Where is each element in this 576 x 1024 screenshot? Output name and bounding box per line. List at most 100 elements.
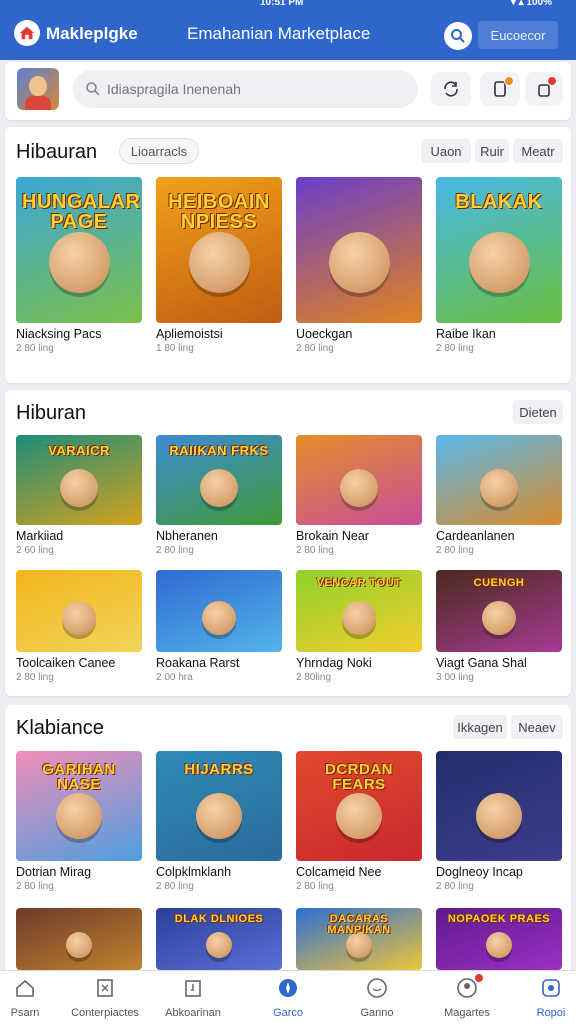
game-card[interactable]: HEIBOAIN NPIESS Apliemoistsi 1 80 ling [156, 177, 282, 354]
notifications-button[interactable] [480, 72, 520, 106]
game-title: Roakana Rarst [156, 656, 240, 670]
game-thumbnail[interactable]: RAIIKAN FRKS [156, 435, 282, 525]
game-card[interactable]: Brokain Near 2 80 ling [296, 435, 422, 556]
game-card[interactable]: RAIIKAN FRKS Nbheranen 2 80 ling [156, 435, 282, 556]
nav-label: Abkoarinan [165, 1007, 221, 1019]
search-field[interactable] [73, 70, 418, 108]
game-title: Markiiad [16, 529, 64, 543]
game-art-title: HIJARRS [184, 761, 254, 778]
filter-chip[interactable]: Lioarracls [119, 138, 199, 164]
game-meta: 2 80 ling [156, 545, 194, 556]
game-title: Nbheranen [156, 529, 218, 543]
search-icon[interactable] [444, 22, 472, 50]
nav-item-chat[interactable]: Ganno [332, 977, 422, 1019]
section-pill[interactable]: Ruir [475, 139, 509, 163]
game-title: Yhrndag Noki [296, 656, 372, 670]
game-thumbnail[interactable] [436, 751, 562, 861]
game-meta: 2 80 ling [16, 343, 54, 354]
game-thumbnail[interactable]: HEIBOAIN NPIESS [156, 177, 282, 323]
home-logo-icon[interactable] [14, 20, 40, 46]
brand-name[interactable]: Makleplgke [46, 24, 138, 44]
bottom-navigation: Psarn Conterpiactes Abkoarinan Garco Gan… [0, 970, 576, 1024]
nav-item-calendar[interactable]: Abkoarinan [148, 977, 238, 1019]
game-title: Toolcaiken Canee [16, 656, 116, 670]
game-character-art [49, 232, 110, 293]
home-icon [14, 977, 36, 999]
sync-button[interactable] [431, 72, 471, 106]
see-more-link[interactable]: Meatr [513, 139, 563, 163]
game-card[interactable]: DLAK DLNIOES [156, 908, 282, 970]
game-thumbnail[interactable]: NOPAOEK PRAES [436, 908, 562, 970]
nav-item-profile[interactable]: Magartes [422, 973, 512, 1019]
see-more-link[interactable]: Neaev [511, 715, 563, 739]
game-thumbnail[interactable]: VARAICR [16, 435, 142, 525]
game-meta: 2 80ling [296, 672, 332, 683]
game-card[interactable]: BLAKAK Raibe Ikan 2 80 ling [436, 177, 562, 354]
game-card[interactable]: Cardeanlanen 2 80 ling [436, 435, 562, 556]
game-character-art [329, 232, 390, 293]
game-meta: 2 80 ling [296, 881, 334, 892]
nav-item-documents[interactable]: Conterpiactes [60, 977, 150, 1019]
header-action-button[interactable]: Eucoecor [478, 21, 558, 49]
game-thumbnail[interactable]: DACARAS MANPIKAN [296, 908, 422, 970]
game-card[interactable]: NOPAOEK PRAES [436, 908, 562, 970]
game-title: Colcameid Nee [296, 865, 382, 879]
see-more-link[interactable]: Dieten [513, 400, 563, 424]
game-card[interactable]: VENCAR TOUT Yhrndag Noki 2 80ling [296, 570, 422, 683]
game-card[interactable] [16, 908, 142, 970]
game-art-title: NOPAOEK PRAES [447, 913, 551, 925]
game-card[interactable]: GARIHAN NASE Dotrian Mirag 2 80 ling [16, 751, 142, 892]
nav-item-games[interactable]: Garco [243, 977, 333, 1019]
game-thumbnail[interactable]: CUENGH [436, 570, 562, 652]
game-card[interactable]: DACARAS MANPIKAN [296, 908, 422, 970]
game-thumbnail[interactable] [296, 435, 422, 525]
game-meta: 2 60 ling [16, 545, 54, 556]
game-thumbnail[interactable]: DLAK DLNIOES [156, 908, 282, 970]
game-card[interactable]: Uoeckgan 2 80 ling [296, 177, 422, 354]
search-input[interactable] [107, 81, 407, 97]
game-card[interactable]: HIJARRS Colpklmklanh 2 80 ling [156, 751, 282, 892]
game-thumbnail[interactable]: HIJARRS [156, 751, 282, 861]
calendar-icon [182, 977, 204, 999]
game-thumbnail[interactable]: VENCAR TOUT [296, 570, 422, 652]
game-card[interactable]: HUNGALAR PAGE Niacksing Pacs 2 80 ling [16, 177, 142, 354]
game-thumbnail[interactable] [156, 570, 282, 652]
section-title: Hiburan [16, 402, 87, 424]
game-thumbnail[interactable] [296, 177, 422, 323]
section-klabiance: Klabiance Ikkagen Neaev GARIHAN NASE Dotr… [5, 705, 571, 985]
profile-icon [456, 973, 484, 999]
game-thumbnail[interactable]: HUNGALAR PAGE [16, 177, 142, 323]
section-title: Klabiance [16, 717, 104, 739]
game-thumbnail[interactable]: DCRDAN FEARS [296, 751, 422, 861]
avatar-body [25, 96, 51, 110]
game-title: Apliemoistsi [156, 327, 223, 341]
game-title: Colpklmklanh [156, 865, 232, 879]
game-thumbnail[interactable]: BLAKAK [436, 177, 562, 323]
game-meta: 3 00 ling [436, 672, 474, 683]
section-hibauran: Hibauran Lioarracls Uaon Ruir Meatr HUNG… [5, 127, 571, 383]
game-card[interactable]: Toolcaiken Canee 2 80 ling [16, 570, 142, 683]
nav-label: Ganno [360, 1007, 394, 1019]
game-title: Brokain Near [296, 529, 369, 543]
game-thumbnail[interactable]: GARIHAN NASE [16, 751, 142, 861]
game-card[interactable]: Roakana Rarst 2 00 hra [156, 570, 282, 683]
game-art-title: BLAKAK [455, 191, 543, 213]
avatar[interactable] [17, 68, 59, 110]
game-meta: 2 80 ling [156, 881, 194, 892]
section-pill[interactable]: Ikkagen [453, 715, 507, 739]
nav-item-settings[interactable]: Ropoi [506, 977, 576, 1019]
game-card[interactable]: DCRDAN FEARS Colcameid Nee 2 80 ling [296, 751, 422, 892]
game-title: Niacksing Pacs [16, 327, 102, 341]
game-art-title: RAIIKAN FRKS [169, 443, 269, 458]
game-character-art [196, 793, 242, 839]
game-card[interactable]: CUENGH Viagt Gana Shal 3 00 ling [436, 570, 562, 683]
messages-button[interactable] [525, 72, 563, 106]
game-character-art [62, 601, 96, 635]
section-pill[interactable]: Uaon [421, 139, 471, 163]
game-thumbnail[interactable] [436, 435, 562, 525]
game-card[interactable]: VARAICR Markiiad 2 60 ling [16, 435, 142, 556]
game-thumbnail[interactable] [16, 570, 142, 652]
game-card[interactable]: Doglneoy Incap 2 80 ling [436, 751, 562, 892]
game-thumbnail[interactable] [16, 908, 142, 970]
game-character-art [336, 793, 382, 839]
